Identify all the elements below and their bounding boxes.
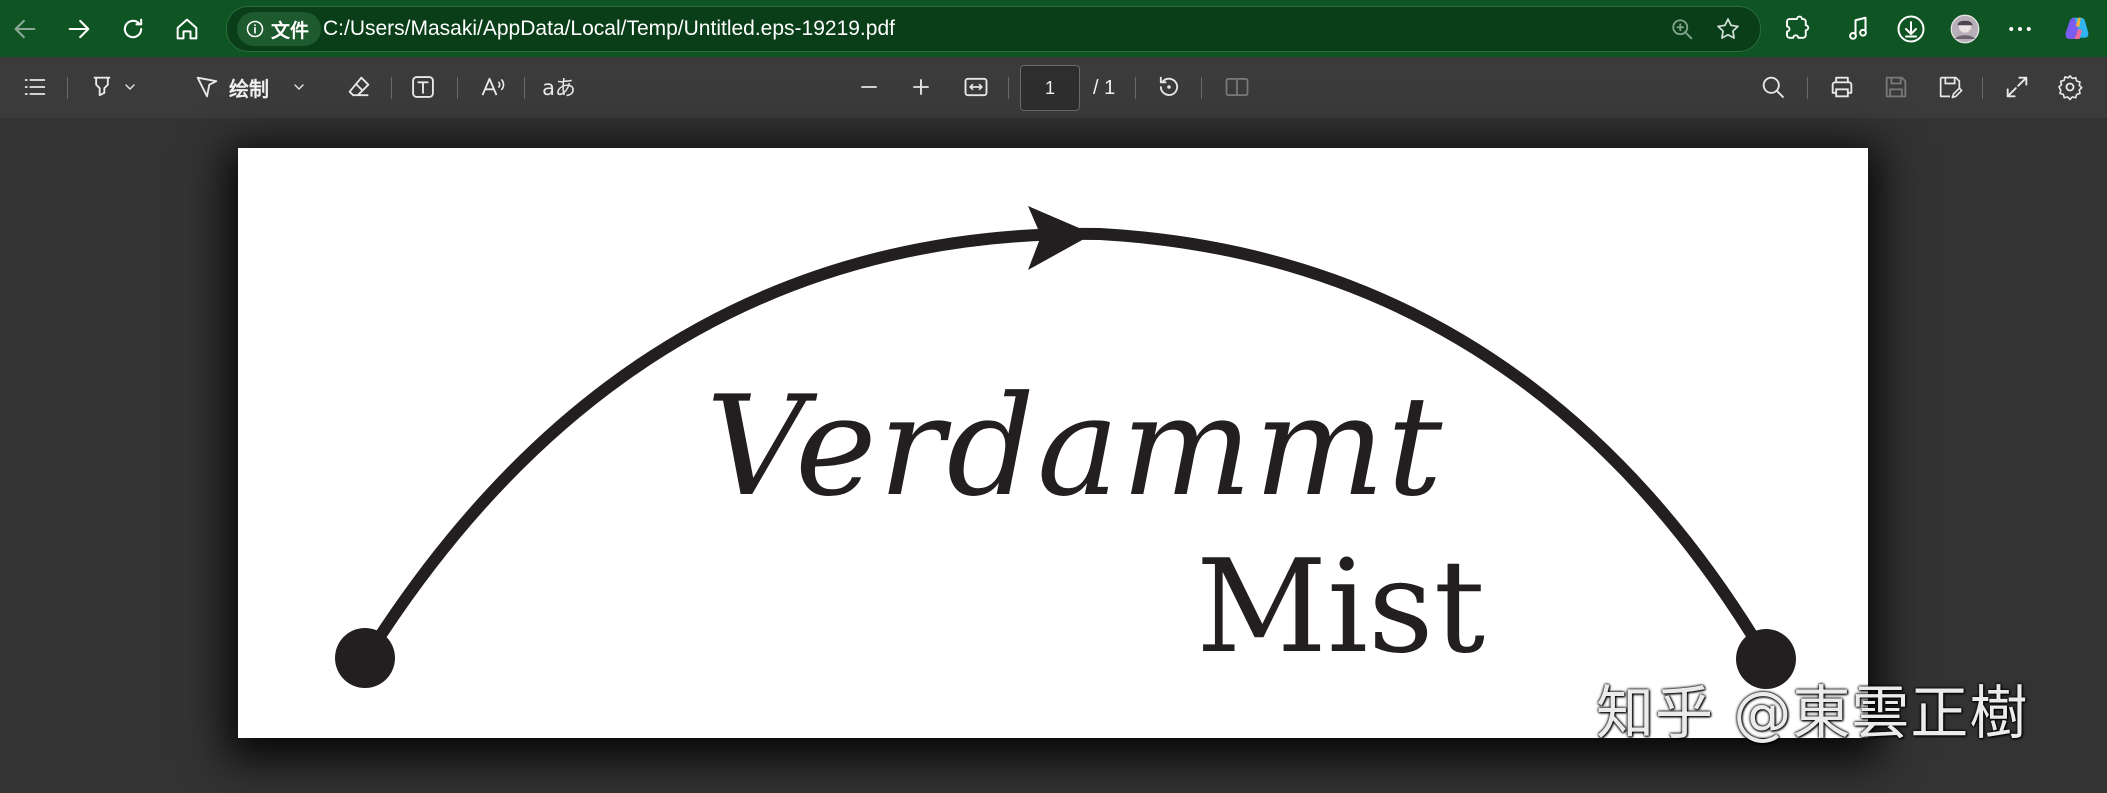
- star-icon: [1717, 18, 1739, 39]
- text-box-icon: [412, 76, 434, 98]
- favorite-button[interactable]: [1714, 15, 1742, 43]
- extensions-button[interactable]: [1779, 11, 1815, 47]
- contents-icon: [24, 79, 46, 95]
- chevron-down-icon: [125, 84, 135, 90]
- copilot-icon: [2065, 17, 2089, 39]
- page-view-icon: [1225, 77, 1249, 97]
- site-info-button[interactable]: 文件: [237, 12, 322, 46]
- search-button[interactable]: [1756, 70, 1790, 104]
- fit-width-icon: [964, 77, 988, 97]
- media-button[interactable]: [1840, 11, 1876, 47]
- home-icon: [176, 18, 198, 40]
- save-icon: [1885, 76, 1907, 98]
- translate-button[interactable]: aあ: [538, 70, 580, 104]
- forward-button[interactable]: [59, 9, 99, 49]
- start-point-dot: [335, 628, 395, 688]
- toolbar-divider: [1982, 77, 1983, 99]
- rotate-button[interactable]: [1152, 70, 1186, 104]
- contents-button[interactable]: [18, 70, 52, 104]
- draw-button[interactable]: 绘制: [183, 70, 317, 104]
- toolbar-divider: [1008, 77, 1009, 99]
- pdf-page: Verdammt Mist: [238, 148, 1868, 738]
- translate-icon: aあ: [542, 76, 576, 100]
- toolbar-divider: [1135, 77, 1136, 99]
- zoom-icon: [1672, 19, 1693, 40]
- fullscreen-icon: [2006, 76, 2028, 98]
- rotate-icon: [1159, 76, 1179, 96]
- toolbar-divider: [391, 77, 392, 99]
- zoom-in-icon: [913, 79, 929, 95]
- settings-button[interactable]: [2053, 70, 2087, 104]
- read-aloud-icon: [481, 77, 505, 96]
- zoom-out-icon: [861, 86, 877, 88]
- refresh-button[interactable]: [113, 9, 153, 49]
- back-arrow-icon: [14, 19, 36, 39]
- save-button[interactable]: [1879, 70, 1913, 104]
- print-button[interactable]: [1825, 70, 1859, 104]
- page-total: / 1: [1093, 77, 1116, 99]
- page-number-input[interactable]: 1: [1020, 65, 1080, 111]
- more-icon: [2009, 27, 2031, 31]
- print-icon: [1831, 76, 1853, 98]
- save-as-icon: [1939, 76, 1963, 99]
- fullscreen-button[interactable]: [2000, 70, 2034, 104]
- url-text[interactable]: C:/Users/Masaki/AppData/Local/Temp/Untit…: [323, 17, 895, 41]
- profile-button[interactable]: [1947, 11, 1983, 47]
- download-icon: [1897, 15, 1925, 43]
- avatar: [1950, 14, 1980, 44]
- save-as-button[interactable]: [1933, 70, 1967, 104]
- gear-icon: [2058, 75, 2083, 101]
- refresh-icon: [123, 18, 143, 39]
- forward-arrow-icon: [68, 19, 90, 39]
- eraser-icon: [348, 76, 370, 97]
- add-text-button[interactable]: [406, 70, 440, 104]
- toolbar-divider: [457, 77, 458, 99]
- address-bar[interactable]: 文件 C:/Users/Masaki/AppData/Local/Temp/Un…: [226, 6, 1761, 52]
- read-aloud-button[interactable]: [476, 70, 510, 104]
- copilot-button[interactable]: [2059, 11, 2095, 47]
- zoom-out-button[interactable]: [852, 70, 886, 104]
- erase-button[interactable]: [342, 70, 376, 104]
- downloads-button[interactable]: [1893, 11, 1929, 47]
- text-verdammt: Verdammt: [706, 366, 1445, 527]
- back-button[interactable]: [5, 9, 45, 49]
- toolbar-divider: [67, 77, 68, 99]
- toolbar-divider: [1201, 77, 1202, 99]
- page-view-button[interactable]: [1220, 70, 1254, 104]
- toolbar-divider: [524, 77, 525, 99]
- highlight-icon: [93, 76, 111, 97]
- browser-top-bar: 文件 C:/Users/Masaki/AppData/Local/Temp/Un…: [0, 0, 2107, 57]
- watermark: 知乎 @東雲正樹: [1596, 679, 2029, 747]
- pdf-toolbar: 绘制 aあ 1 / 1: [0, 57, 2107, 119]
- puzzle-icon: [1786, 15, 1810, 39]
- chevron-down-icon: [294, 84, 304, 90]
- draw-label: 绘制: [229, 76, 269, 101]
- search-icon: [1762, 76, 1784, 98]
- toolbar-divider: [1807, 77, 1808, 99]
- zoom-in-button[interactable]: [904, 70, 938, 104]
- highlight-button[interactable]: [83, 70, 143, 104]
- more-button[interactable]: [2002, 11, 2038, 47]
- draw-icon: [196, 76, 218, 98]
- info-icon: [246, 20, 264, 38]
- site-info-label: 文件: [271, 19, 310, 42]
- music-note-icon: [1849, 16, 1867, 40]
- fit-width-button[interactable]: [959, 70, 993, 104]
- zoom-button[interactable]: [1668, 15, 1696, 43]
- text-mist: Mist: [1196, 533, 1486, 682]
- home-button[interactable]: [167, 9, 207, 49]
